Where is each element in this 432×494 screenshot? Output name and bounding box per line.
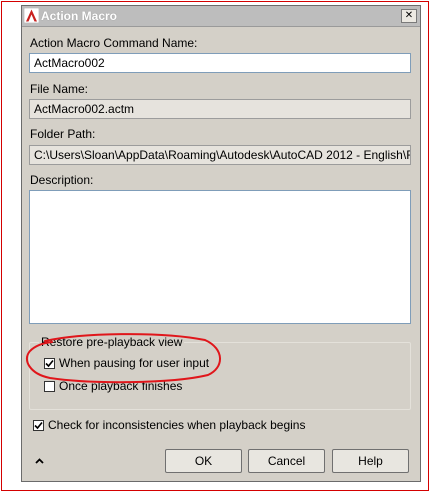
ok-button[interactable]: OK xyxy=(165,449,242,473)
when-pausing-option[interactable]: When pausing for user input xyxy=(44,356,209,370)
close-icon: ✕ xyxy=(404,10,414,21)
file-name-label: File Name: xyxy=(30,82,89,96)
inconsistency-label: Check for inconsistencies when playback … xyxy=(48,418,306,432)
when-pausing-checkbox[interactable] xyxy=(44,357,55,369)
inconsistency-checkbox[interactable] xyxy=(33,419,44,431)
command-name-label: Action Macro Command Name: xyxy=(30,36,198,50)
once-playback-checkbox[interactable] xyxy=(44,380,55,392)
checkmark-icon xyxy=(45,359,54,367)
when-pausing-label: When pausing for user input xyxy=(59,356,210,370)
inconsistency-check-option[interactable]: Check for inconsistencies when playback … xyxy=(33,418,305,432)
description-label: Description: xyxy=(30,173,94,187)
folder-path-label: Folder Path: xyxy=(30,127,96,141)
chevron-up-icon xyxy=(34,458,44,464)
checkmark-icon xyxy=(34,421,43,429)
folder-path-field: C:\Users\Sloan\AppData\Roaming\Autodesk\… xyxy=(29,145,411,165)
window-title: Action Macro xyxy=(41,9,118,23)
command-name-input[interactable]: ActMacro002 xyxy=(29,53,411,73)
description-textarea[interactable] xyxy=(29,190,411,324)
restore-view-group: Restore pre-playback view When pausing f… xyxy=(29,335,411,410)
file-name-field: ActMacro002.actm xyxy=(29,99,411,119)
cancel-button[interactable]: Cancel xyxy=(248,449,325,473)
once-playback-label: Once playback finishes xyxy=(59,379,183,393)
close-button[interactable]: ✕ xyxy=(401,9,417,23)
expand-collapse-button[interactable] xyxy=(32,454,46,468)
action-macro-dialog: Action Macro ✕ Action Macro Command Name… xyxy=(21,5,421,482)
help-button[interactable]: Help xyxy=(332,449,409,473)
once-playback-option[interactable]: Once playback finishes xyxy=(44,379,182,393)
title-bar: Action Macro ✕ xyxy=(22,6,420,27)
autocad-logo-icon xyxy=(24,8,39,23)
restore-group-title: Restore pre-playback view xyxy=(39,335,185,349)
